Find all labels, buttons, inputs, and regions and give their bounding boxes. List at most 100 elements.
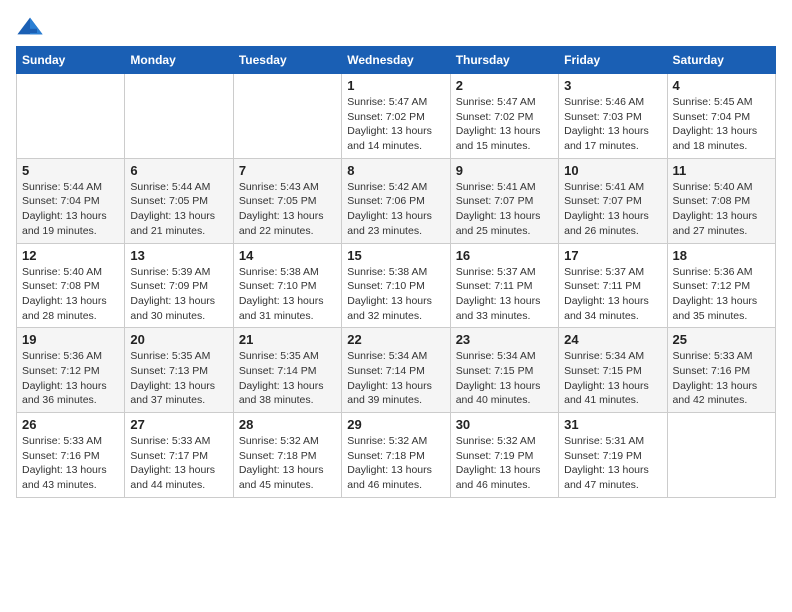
weekday-header-saturday: Saturday xyxy=(667,47,775,74)
calendar-cell xyxy=(233,74,341,159)
day-info: Sunrise: 5:33 AMSunset: 7:16 PMDaylight:… xyxy=(673,349,770,408)
calendar-cell: 24 Sunrise: 5:34 AMSunset: 7:15 PMDayligh… xyxy=(559,328,667,413)
calendar-cell: 7 Sunrise: 5:43 AMSunset: 7:05 PMDaylight… xyxy=(233,158,341,243)
day-info: Sunrise: 5:43 AMSunset: 7:05 PMDaylight:… xyxy=(239,180,336,239)
calendar-cell: 8 Sunrise: 5:42 AMSunset: 7:06 PMDaylight… xyxy=(342,158,450,243)
calendar-cell: 18 Sunrise: 5:36 AMSunset: 7:12 PMDayligh… xyxy=(667,243,775,328)
day-number: 11 xyxy=(673,163,770,178)
day-info: Sunrise: 5:31 AMSunset: 7:19 PMDaylight:… xyxy=(564,434,661,493)
calendar-cell: 17Sunrise: 5:37 AMSunset: 7:11 PMDayligh… xyxy=(559,243,667,328)
day-number: 14 xyxy=(239,248,336,263)
calendar-cell: 9 Sunrise: 5:41 AMSunset: 7:07 PMDaylight… xyxy=(450,158,558,243)
day-number: 22 xyxy=(347,332,444,347)
calendar-cell: 20 Sunrise: 5:35 AMSunset: 7:13 PMDayligh… xyxy=(125,328,233,413)
calendar-cell: 15Sunrise: 5:38 AMSunset: 7:10 PMDayligh… xyxy=(342,243,450,328)
day-info: Sunrise: 5:39 AMSunset: 7:09 PMDaylight:… xyxy=(130,265,227,324)
day-info: Sunrise: 5:36 AMSunset: 7:12 PMDaylight:… xyxy=(22,349,119,408)
calendar-cell: 31Sunrise: 5:31 AMSunset: 7:19 PMDayligh… xyxy=(559,413,667,498)
day-number: 10 xyxy=(564,163,661,178)
calendar-cell: 12 Sunrise: 5:40 AMSunset: 7:08 PMDayligh… xyxy=(17,243,125,328)
calendar-cell xyxy=(125,74,233,159)
calendar-table: SundayMondayTuesdayWednesdayThursdayFrid… xyxy=(16,46,776,498)
day-info: Sunrise: 5:32 AMSunset: 7:18 PMDaylight:… xyxy=(239,434,336,493)
day-number: 12 xyxy=(22,248,119,263)
day-info: Sunrise: 5:34 AMSunset: 7:15 PMDaylight:… xyxy=(456,349,553,408)
calendar-cell: 23 Sunrise: 5:34 AMSunset: 7:15 PMDayligh… xyxy=(450,328,558,413)
day-number: 29 xyxy=(347,417,444,432)
week-row-5: 26Sunrise: 5:33 AMSunset: 7:16 PMDayligh… xyxy=(17,413,776,498)
week-row-3: 12 Sunrise: 5:40 AMSunset: 7:08 PMDayligh… xyxy=(17,243,776,328)
day-number: 20 xyxy=(130,332,227,347)
calendar-cell: 13 Sunrise: 5:39 AMSunset: 7:09 PMDayligh… xyxy=(125,243,233,328)
logo-icon xyxy=(16,16,44,36)
calendar-cell: 14 Sunrise: 5:38 AMSunset: 7:10 PMDayligh… xyxy=(233,243,341,328)
day-info: Sunrise: 5:40 AMSunset: 7:08 PMDaylight:… xyxy=(22,265,119,324)
day-info: Sunrise: 5:33 AMSunset: 7:16 PMDaylight:… xyxy=(22,434,119,493)
week-row-1: 1 Sunrise: 5:47 AMSunset: 7:02 PMDaylight… xyxy=(17,74,776,159)
day-number: 8 xyxy=(347,163,444,178)
day-info: Sunrise: 5:40 AMSunset: 7:08 PMDaylight:… xyxy=(673,180,770,239)
calendar-cell: 4Sunrise: 5:45 AMSunset: 7:04 PMDaylight… xyxy=(667,74,775,159)
calendar-cell: 30Sunrise: 5:32 AMSunset: 7:19 PMDayligh… xyxy=(450,413,558,498)
day-number: 9 xyxy=(456,163,553,178)
weekday-header-wednesday: Wednesday xyxy=(342,47,450,74)
day-number: 5 xyxy=(22,163,119,178)
calendar-cell: 16Sunrise: 5:37 AMSunset: 7:11 PMDayligh… xyxy=(450,243,558,328)
calendar-cell: 2 Sunrise: 5:47 AMSunset: 7:02 PMDaylight… xyxy=(450,74,558,159)
day-number: 3 xyxy=(564,78,661,93)
day-info: Sunrise: 5:46 AMSunset: 7:03 PMDaylight:… xyxy=(564,95,661,154)
day-info: Sunrise: 5:47 AMSunset: 7:02 PMDaylight:… xyxy=(347,95,444,154)
weekday-header-thursday: Thursday xyxy=(450,47,558,74)
day-info: Sunrise: 5:47 AMSunset: 7:02 PMDaylight:… xyxy=(456,95,553,154)
day-info: Sunrise: 5:38 AMSunset: 7:10 PMDaylight:… xyxy=(239,265,336,324)
day-number: 28 xyxy=(239,417,336,432)
logo xyxy=(16,16,46,36)
calendar-cell: 5 Sunrise: 5:44 AMSunset: 7:04 PMDaylight… xyxy=(17,158,125,243)
day-number: 19 xyxy=(22,332,119,347)
day-number: 24 xyxy=(564,332,661,347)
calendar-cell: 1 Sunrise: 5:47 AMSunset: 7:02 PMDaylight… xyxy=(342,74,450,159)
weekday-header-monday: Monday xyxy=(125,47,233,74)
day-number: 4 xyxy=(673,78,770,93)
weekday-header-tuesday: Tuesday xyxy=(233,47,341,74)
day-number: 13 xyxy=(130,248,227,263)
day-info: Sunrise: 5:42 AMSunset: 7:06 PMDaylight:… xyxy=(347,180,444,239)
calendar-cell: 10 Sunrise: 5:41 AMSunset: 7:07 PMDayligh… xyxy=(559,158,667,243)
calendar-cell: 3 Sunrise: 5:46 AMSunset: 7:03 PMDaylight… xyxy=(559,74,667,159)
calendar-cell: 22 Sunrise: 5:34 AMSunset: 7:14 PMDayligh… xyxy=(342,328,450,413)
day-number: 2 xyxy=(456,78,553,93)
day-number: 25 xyxy=(673,332,770,347)
calendar-cell: 21 Sunrise: 5:35 AMSunset: 7:14 PMDayligh… xyxy=(233,328,341,413)
day-number: 18 xyxy=(673,248,770,263)
calendar-cell xyxy=(17,74,125,159)
page-header xyxy=(16,16,776,36)
calendar-cell: 28 Sunrise: 5:32 AMSunset: 7:18 PMDayligh… xyxy=(233,413,341,498)
day-number: 6 xyxy=(130,163,227,178)
day-info: Sunrise: 5:36 AMSunset: 7:12 PMDaylight:… xyxy=(673,265,770,324)
weekday-header-sunday: Sunday xyxy=(17,47,125,74)
weekday-header-friday: Friday xyxy=(559,47,667,74)
week-row-2: 5 Sunrise: 5:44 AMSunset: 7:04 PMDaylight… xyxy=(17,158,776,243)
day-info: Sunrise: 5:44 AMSunset: 7:04 PMDaylight:… xyxy=(22,180,119,239)
day-info: Sunrise: 5:32 AMSunset: 7:19 PMDaylight:… xyxy=(456,434,553,493)
day-info: Sunrise: 5:35 AMSunset: 7:14 PMDaylight:… xyxy=(239,349,336,408)
day-number: 21 xyxy=(239,332,336,347)
day-number: 17 xyxy=(564,248,661,263)
calendar-cell: 26Sunrise: 5:33 AMSunset: 7:16 PMDayligh… xyxy=(17,413,125,498)
day-number: 1 xyxy=(347,78,444,93)
day-info: Sunrise: 5:38 AMSunset: 7:10 PMDaylight:… xyxy=(347,265,444,324)
day-number: 23 xyxy=(456,332,553,347)
calendar-cell: 25 Sunrise: 5:33 AMSunset: 7:16 PMDayligh… xyxy=(667,328,775,413)
day-number: 16 xyxy=(456,248,553,263)
day-info: Sunrise: 5:44 AMSunset: 7:05 PMDaylight:… xyxy=(130,180,227,239)
calendar-cell: 27Sunrise: 5:33 AMSunset: 7:17 PMDayligh… xyxy=(125,413,233,498)
day-number: 7 xyxy=(239,163,336,178)
calendar-cell: 29Sunrise: 5:32 AMSunset: 7:18 PMDayligh… xyxy=(342,413,450,498)
day-info: Sunrise: 5:41 AMSunset: 7:07 PMDaylight:… xyxy=(564,180,661,239)
calendar-cell xyxy=(667,413,775,498)
day-info: Sunrise: 5:34 AMSunset: 7:14 PMDaylight:… xyxy=(347,349,444,408)
day-info: Sunrise: 5:34 AMSunset: 7:15 PMDaylight:… xyxy=(564,349,661,408)
day-info: Sunrise: 5:33 AMSunset: 7:17 PMDaylight:… xyxy=(130,434,227,493)
day-info: Sunrise: 5:35 AMSunset: 7:13 PMDaylight:… xyxy=(130,349,227,408)
day-info: Sunrise: 5:41 AMSunset: 7:07 PMDaylight:… xyxy=(456,180,553,239)
